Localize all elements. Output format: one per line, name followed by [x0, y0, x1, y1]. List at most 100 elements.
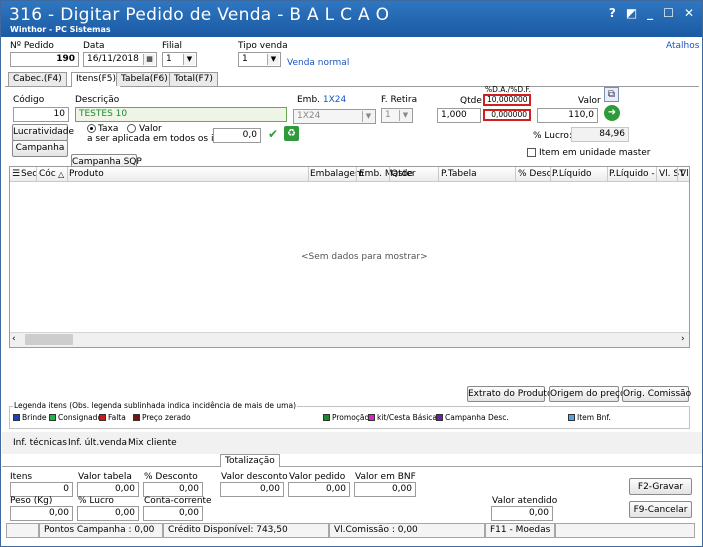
chevron-down-icon[interactable]: ▼: [362, 111, 374, 122]
fretira-label: F. Retira: [381, 95, 418, 105]
calendar-icon[interactable]: ▦: [143, 54, 155, 65]
emb-label: Emb. 1X24: [297, 95, 346, 105]
emb-label-text: Emb.: [297, 95, 321, 105]
pct-da-field[interactable]: 10,000000: [483, 94, 531, 106]
valor-pedido-field: 0,00: [288, 482, 350, 497]
title-bar: 316 - Digitar Pedido de Venda - B A L C …: [1, 1, 702, 37]
atalhos-link[interactable]: Atalhos: [666, 41, 699, 51]
legend-falta-label: Falta: [108, 413, 126, 422]
inf-ult-venda-tab[interactable]: Inf. últ.venda: [68, 438, 127, 448]
tab-total[interactable]: Total(F7): [169, 72, 218, 86]
descricao-field[interactable]: TESTES 10: [75, 107, 287, 122]
fretira-value: 1: [385, 110, 391, 120]
fretira-select[interactable]: 1 ▼: [381, 108, 413, 123]
valor-label: Valor: [578, 96, 601, 106]
col-sec[interactable]: Sec: [21, 167, 37, 182]
chevron-down-icon[interactable]: ▼: [399, 110, 411, 121]
refresh-icon[interactable]: ♻: [284, 126, 299, 141]
scroll-left-icon[interactable]: ‹: [12, 334, 16, 344]
legend-falta: Falta: [99, 413, 126, 422]
desconto-label: % Desconto: [144, 472, 198, 482]
grid-options-icon[interactable]: ☰: [12, 167, 20, 182]
lucratividade-button[interactable]: Lucratividade: [12, 124, 74, 141]
arrow-right-icon[interactable]: ➜: [604, 105, 620, 121]
legend-campanha-desc: Campanha Desc.: [436, 413, 509, 422]
copy-icon[interactable]: ⧉: [604, 87, 619, 102]
legend-campanha-desc-label: Campanha Desc.: [445, 413, 509, 422]
qtde-label: Qtde: [460, 96, 482, 106]
valor-pedido-label: Valor pedido: [289, 472, 346, 482]
scrollbar-thumb[interactable]: [25, 334, 73, 345]
col-pliquido[interactable]: P.Líquido: [552, 167, 592, 182]
legend-brinde: Brinde: [13, 413, 46, 422]
pedido-label: Nº Pedido: [10, 41, 54, 51]
pedido-field[interactable]: 190: [10, 52, 79, 67]
qtde-field[interactable]: 1,000: [437, 108, 481, 123]
valor-radio[interactable]: [127, 124, 136, 133]
close-button[interactable]: ✕: [684, 6, 694, 20]
tab-cabec[interactable]: Cabec.(F4): [8, 72, 67, 86]
legend-item-bnf-label: Item Bnf.: [577, 413, 611, 422]
maximize-button[interactable]: ☐: [663, 6, 674, 20]
inf-tecnicas-tab[interactable]: Inf. técnicas: [13, 438, 67, 448]
col-vl[interactable]: Vl.: [680, 167, 689, 182]
legend-kit-cesta: kit/Cesta Básica: [368, 413, 437, 422]
tipo-venda-value: 1: [242, 54, 248, 64]
horizontal-scrollbar[interactable]: [10, 332, 689, 347]
aplicar-field[interactable]: 0,0: [213, 128, 261, 143]
unidade-master-checkbox[interactable]: [527, 148, 536, 157]
extrato-button[interactable]: Extrato do Produto: [467, 386, 552, 402]
legend-promocao: Promoção: [323, 413, 369, 422]
col-produto[interactable]: Produto: [69, 167, 104, 182]
status-pontos: Pontos Campanha : 0,00: [39, 523, 163, 538]
data-field[interactable]: 16/11/2018 ▦: [83, 52, 157, 67]
mix-cliente-tab[interactable]: Mix cliente: [128, 438, 177, 448]
f9-cancelar-button[interactable]: F9-Cancelar: [629, 501, 692, 518]
help-icon[interactable]: ?: [609, 6, 616, 20]
legend-kit-cesta-label: kit/Cesta Básica: [377, 413, 438, 422]
chevron-down-icon[interactable]: ▼: [183, 54, 195, 65]
data-value: 16/11/2018: [87, 54, 139, 64]
codigo-field[interactable]: 10: [13, 107, 69, 122]
tab-itens[interactable]: Itens(F5): [71, 72, 122, 87]
campanha-button[interactable]: Campanha: [12, 140, 68, 157]
pct-df-field[interactable]: 0,000000: [483, 109, 531, 121]
scroll-right-icon[interactable]: ›: [681, 334, 685, 344]
desconto-field: 0,00: [143, 482, 203, 497]
sort-asc-icon[interactable]: △: [58, 167, 64, 182]
col-desc[interactable]: % Desc.: [518, 167, 554, 182]
legend-promocao-label: Promoção: [332, 413, 370, 422]
lucro-total-field: 0,00: [77, 506, 139, 521]
tipo-venda-select[interactable]: 1 ▼: [238, 52, 281, 67]
valor-tabela-field: 0,00: [77, 482, 139, 497]
restore-icon[interactable]: ◩: [626, 6, 637, 20]
tab-totalizacao[interactable]: Totalização: [220, 454, 280, 467]
check-icon[interactable]: ✔: [268, 127, 278, 141]
minimize-button[interactable]: _: [647, 6, 653, 20]
totals-divider: [2, 466, 702, 467]
emb-select[interactable]: 1X24 ▼: [293, 109, 376, 124]
pct-label: %D.A./%D.F.: [485, 85, 531, 94]
emb-value: 1X24: [297, 111, 321, 121]
col-ptabela[interactable]: P.Tabela: [441, 167, 477, 182]
valor-field[interactable]: 110,0: [537, 108, 598, 123]
window-title: 316 - Digitar Pedido de Venda - B A L C …: [9, 5, 390, 25]
legend-preco-zerado-label: Preço zerado: [142, 413, 191, 422]
taxa-radio[interactable]: [87, 124, 96, 133]
conta-corrente-field: 0,00: [143, 506, 203, 521]
valor-tabela-label: Valor tabela: [78, 472, 132, 482]
col-pliquido-s[interactable]: P.Líquido - S: [609, 167, 655, 182]
emb-link[interactable]: 1X24: [323, 95, 346, 105]
f2-gravar-button[interactable]: F2-Gravar: [629, 478, 692, 495]
col-qtde[interactable]: Qtde: [391, 167, 413, 182]
col-cod[interactable]: Cóc: [39, 167, 56, 182]
origem-preco-button[interactable]: Origem do preço: [549, 386, 625, 402]
lucro-field: 84,96: [571, 127, 629, 142]
orig-comissao-button[interactable]: Orig. Comissão: [622, 386, 691, 402]
filial-select[interactable]: 1 ▼: [162, 52, 197, 67]
chevron-down-icon[interactable]: ▼: [267, 54, 279, 65]
tab-tabela[interactable]: Tabela(F6): [116, 72, 173, 86]
tipo-venda-desc: Venda normal: [287, 58, 350, 68]
main-window: 316 - Digitar Pedido de Venda - B A L C …: [0, 0, 703, 547]
data-label: Data: [83, 41, 105, 51]
